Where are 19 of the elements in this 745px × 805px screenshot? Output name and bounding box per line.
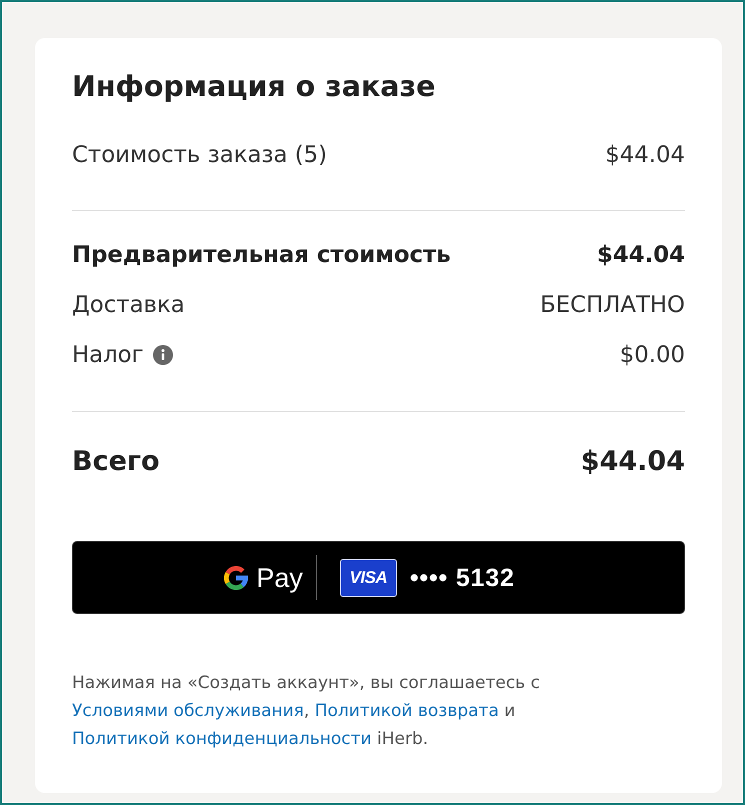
charge-amount: БЕСПЛАТНО [540,291,685,320]
info-icon[interactable] [152,345,173,365]
policy-link[interactable]: Политикой конфиденциальности [72,729,372,749]
card-network-logo: VISA [340,558,397,596]
total-label: Всего [72,445,160,479]
g-logo-icon [224,566,248,590]
policy-link[interactable]: Условиями обслуживания [72,701,304,721]
charge-label: Доставка [72,291,185,320]
policy-link[interactable]: Политикой возврата [314,701,499,721]
pay-button[interactable]: Pay VISA •••• 5132 [72,541,685,614]
subtotal-amount: $44.04 [597,241,685,270]
cost-amount: $44.04 [605,141,685,170]
cost-label: Стоимость заказа (5) [72,141,328,170]
total-amount: $44.04 [580,445,685,479]
summary-title: Информация о заказе [72,70,436,104]
terms-text: Нажимая на «Создать аккаунт», вы соглашаетесь с Условиями обслуживания, Политикой возврата и Политикой конфиденциальности iHerb. [72,672,541,751]
subtotal-label: Предварительная стоимость [72,241,451,270]
charge-amount: $0.00 [620,341,685,370]
charge-label: Налог [72,341,144,370]
